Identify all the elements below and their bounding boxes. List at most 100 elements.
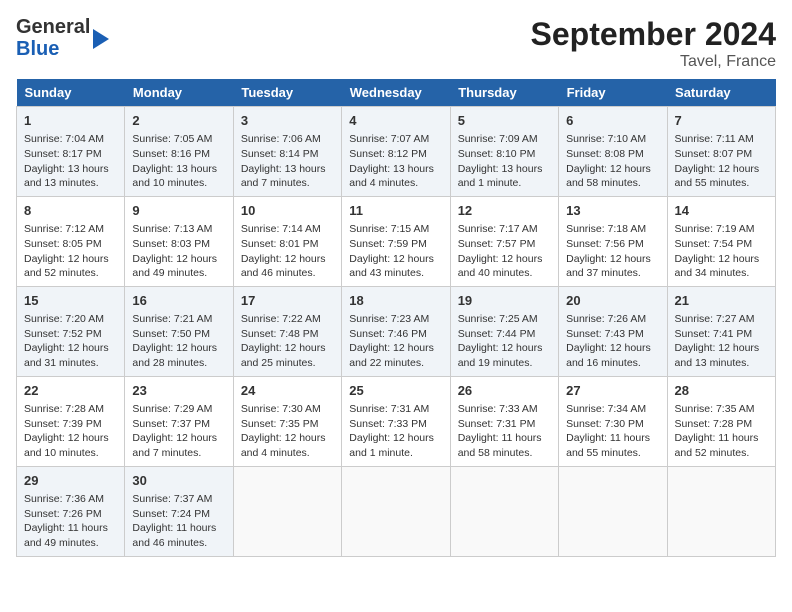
location-label: Tavel, France <box>531 53 776 71</box>
day-info: Sunrise: 7:11 AM Sunset: 8:07 PM Dayligh… <box>675 132 768 191</box>
day-info: Sunrise: 7:12 AM Sunset: 8:05 PM Dayligh… <box>24 222 117 281</box>
calendar-cell: 16 Sunrise: 7:21 AM Sunset: 7:50 PM Dayli… <box>125 286 233 376</box>
day-number: 18 <box>349 292 442 310</box>
day-number: 17 <box>241 292 334 310</box>
day-number: 23 <box>132 382 225 400</box>
col-header-saturday: Saturday <box>667 79 775 107</box>
calendar-cell: 9Sunrise: 7:13 AM Sunset: 8:03 PM Daylig… <box>125 196 233 286</box>
calendar-cell: 17 Sunrise: 7:22 AM Sunset: 7:48 PM Dayli… <box>233 286 341 376</box>
day-number: 6 <box>566 112 659 130</box>
day-info: Sunrise: 7:10 AM Sunset: 8:08 PM Dayligh… <box>566 132 659 191</box>
col-header-tuesday: Tuesday <box>233 79 341 107</box>
calendar-cell: 2 Sunrise: 7:05 AM Sunset: 8:16 PM Daylig… <box>125 107 233 197</box>
page-header: General Blue September 2024 Tavel, Franc… <box>16 16 776 71</box>
calendar-cell: 22Sunrise: 7:28 AM Sunset: 7:39 PM Dayli… <box>17 376 125 466</box>
calendar-cell: 13 Sunrise: 7:18 AM Sunset: 7:56 PM Dayli… <box>559 196 667 286</box>
day-number: 3 <box>241 112 334 130</box>
logo: General Blue <box>16 16 109 60</box>
day-info: Sunrise: 7:20 AM Sunset: 7:52 PM Dayligh… <box>24 312 117 371</box>
calendar-cell <box>342 466 450 556</box>
calendar-cell: 18 Sunrise: 7:23 AM Sunset: 7:46 PM Dayli… <box>342 286 450 376</box>
day-info: Sunrise: 7:05 AM Sunset: 8:16 PM Dayligh… <box>132 132 225 191</box>
day-info: Sunrise: 7:14 AM Sunset: 8:01 PM Dayligh… <box>241 222 334 281</box>
logo-text: General Blue <box>16 16 90 60</box>
day-number: 29 <box>24 472 117 490</box>
day-number: 30 <box>132 472 225 490</box>
calendar-cell: 24Sunrise: 7:30 AM Sunset: 7:35 PM Dayli… <box>233 376 341 466</box>
day-info: Sunrise: 7:25 AM Sunset: 7:44 PM Dayligh… <box>458 312 551 371</box>
calendar-cell: 1 Sunrise: 7:04 AM Sunset: 8:17 PM Daylig… <box>17 107 125 197</box>
day-info: Sunrise: 7:28 AM Sunset: 7:39 PM Dayligh… <box>24 402 117 461</box>
day-number: 26 <box>458 382 551 400</box>
calendar-cell: 25Sunrise: 7:31 AM Sunset: 7:33 PM Dayli… <box>342 376 450 466</box>
day-number: 9 <box>132 202 225 220</box>
logo-blue: Blue <box>16 38 59 60</box>
col-header-friday: Friday <box>559 79 667 107</box>
calendar-cell <box>667 466 775 556</box>
day-info: Sunrise: 7:23 AM Sunset: 7:46 PM Dayligh… <box>349 312 442 371</box>
calendar-cell: 4 Sunrise: 7:07 AM Sunset: 8:12 PM Daylig… <box>342 107 450 197</box>
day-info: Sunrise: 7:18 AM Sunset: 7:56 PM Dayligh… <box>566 222 659 281</box>
calendar-cell: 8 Sunrise: 7:12 AM Sunset: 8:05 PM Daylig… <box>17 196 125 286</box>
day-info: Sunrise: 7:15 AM Sunset: 7:59 PM Dayligh… <box>349 222 442 281</box>
col-header-monday: Monday <box>125 79 233 107</box>
week-row-5: 29Sunrise: 7:36 AM Sunset: 7:26 PM Dayli… <box>17 466 776 556</box>
col-header-thursday: Thursday <box>450 79 558 107</box>
calendar-cell: 10 Sunrise: 7:14 AM Sunset: 8:01 PM Dayli… <box>233 196 341 286</box>
calendar-cell <box>233 466 341 556</box>
week-row-2: 8 Sunrise: 7:12 AM Sunset: 8:05 PM Daylig… <box>17 196 776 286</box>
day-info: Sunrise: 7:04 AM Sunset: 8:17 PM Dayligh… <box>24 132 117 191</box>
calendar-cell: 27Sunrise: 7:34 AM Sunset: 7:30 PM Dayli… <box>559 376 667 466</box>
day-number: 15 <box>24 292 117 310</box>
day-number: 7 <box>675 112 768 130</box>
day-info: Sunrise: 7:07 AM Sunset: 8:12 PM Dayligh… <box>349 132 442 191</box>
day-info: Sunrise: 7:27 AM Sunset: 7:41 PM Dayligh… <box>675 312 768 371</box>
day-info: Sunrise: 7:06 AM Sunset: 8:14 PM Dayligh… <box>241 132 334 191</box>
logo-general: General <box>16 16 90 38</box>
week-row-4: 22Sunrise: 7:28 AM Sunset: 7:39 PM Dayli… <box>17 376 776 466</box>
calendar-cell: 14 Sunrise: 7:19 AM Sunset: 7:54 PM Dayli… <box>667 196 775 286</box>
day-info: Sunrise: 7:22 AM Sunset: 7:48 PM Dayligh… <box>241 312 334 371</box>
day-info: Sunrise: 7:35 AM Sunset: 7:28 PM Dayligh… <box>675 402 768 461</box>
day-number: 16 <box>132 292 225 310</box>
logo-arrow-icon <box>93 29 109 49</box>
calendar-cell: 26Sunrise: 7:33 AM Sunset: 7:31 PM Dayli… <box>450 376 558 466</box>
calendar-cell: 28 Sunrise: 7:35 AM Sunset: 7:28 PM Dayli… <box>667 376 775 466</box>
calendar-cell: 20Sunrise: 7:26 AM Sunset: 7:43 PM Dayli… <box>559 286 667 376</box>
calendar-table: SundayMondayTuesdayWednesdayThursdayFrid… <box>16 79 776 557</box>
day-number: 28 <box>675 382 768 400</box>
calendar-cell: 29Sunrise: 7:36 AM Sunset: 7:26 PM Dayli… <box>17 466 125 556</box>
day-info: Sunrise: 7:30 AM Sunset: 7:35 PM Dayligh… <box>241 402 334 461</box>
day-number: 5 <box>458 112 551 130</box>
day-number: 2 <box>132 112 225 130</box>
day-number: 13 <box>566 202 659 220</box>
day-number: 8 <box>24 202 117 220</box>
day-info: Sunrise: 7:29 AM Sunset: 7:37 PM Dayligh… <box>132 402 225 461</box>
day-number: 19 <box>458 292 551 310</box>
day-info: Sunrise: 7:09 AM Sunset: 8:10 PM Dayligh… <box>458 132 551 191</box>
calendar-cell <box>559 466 667 556</box>
header-row: SundayMondayTuesdayWednesdayThursdayFrid… <box>17 79 776 107</box>
day-number: 1 <box>24 112 117 130</box>
day-info: Sunrise: 7:26 AM Sunset: 7:43 PM Dayligh… <box>566 312 659 371</box>
day-number: 14 <box>675 202 768 220</box>
day-info: Sunrise: 7:19 AM Sunset: 7:54 PM Dayligh… <box>675 222 768 281</box>
day-number: 12 <box>458 202 551 220</box>
day-info: Sunrise: 7:21 AM Sunset: 7:50 PM Dayligh… <box>132 312 225 371</box>
title-block: September 2024 Tavel, France <box>531 16 776 71</box>
calendar-cell: 11Sunrise: 7:15 AM Sunset: 7:59 PM Dayli… <box>342 196 450 286</box>
calendar-cell: 3 Sunrise: 7:06 AM Sunset: 8:14 PM Daylig… <box>233 107 341 197</box>
day-number: 4 <box>349 112 442 130</box>
month-year-title: September 2024 <box>531 16 776 53</box>
week-row-3: 15 Sunrise: 7:20 AM Sunset: 7:52 PM Dayli… <box>17 286 776 376</box>
day-info: Sunrise: 7:37 AM Sunset: 7:24 PM Dayligh… <box>132 492 225 551</box>
calendar-cell: 7 Sunrise: 7:11 AM Sunset: 8:07 PM Daylig… <box>667 107 775 197</box>
calendar-cell: 23 Sunrise: 7:29 AM Sunset: 7:37 PM Dayli… <box>125 376 233 466</box>
day-number: 27 <box>566 382 659 400</box>
calendar-cell: 30 Sunrise: 7:37 AM Sunset: 7:24 PM Dayli… <box>125 466 233 556</box>
col-header-wednesday: Wednesday <box>342 79 450 107</box>
day-number: 10 <box>241 202 334 220</box>
day-number: 25 <box>349 382 442 400</box>
calendar-cell: 5 Sunrise: 7:09 AM Sunset: 8:10 PM Daylig… <box>450 107 558 197</box>
calendar-cell: 15 Sunrise: 7:20 AM Sunset: 7:52 PM Dayli… <box>17 286 125 376</box>
